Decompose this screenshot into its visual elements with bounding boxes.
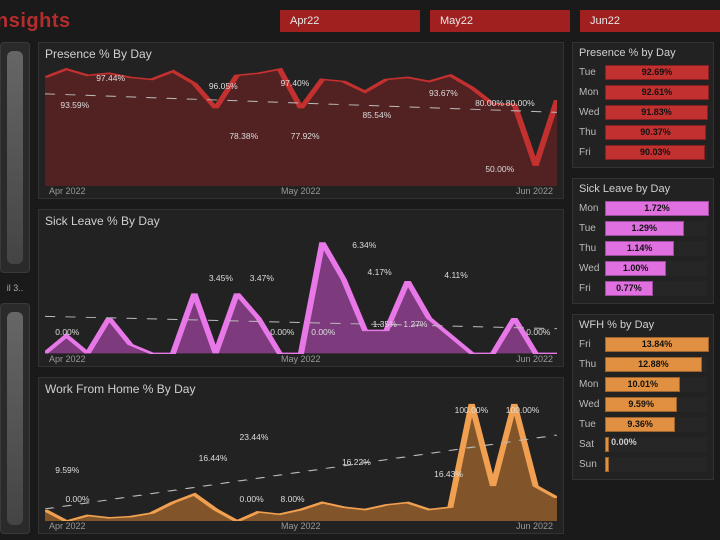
bar-track: 90.03%	[605, 145, 707, 160]
day-label: Thu	[579, 243, 605, 254]
chart-title: Work From Home % By Day	[45, 382, 557, 396]
table-row: Tue9.36%	[579, 415, 707, 433]
table-row: Mon92.61%	[579, 83, 707, 101]
bar-fill: 1.72%	[605, 201, 709, 216]
bar-fill: 13.84%	[605, 337, 709, 352]
bar-track: 12.88%	[605, 357, 707, 372]
x-axis-ticks: Apr 2022May 2022Jun 2022	[45, 521, 557, 531]
bar-fill: 90.37%	[605, 125, 706, 140]
day-label: Wed	[579, 107, 605, 118]
table-row: Thu12.88%	[579, 355, 707, 373]
table-title: WFH % by Day	[579, 319, 707, 331]
left-slicer-column: il 3..	[0, 42, 30, 534]
bar-track: 0.77%	[605, 281, 707, 296]
table-row: Fri90.03%	[579, 143, 707, 161]
table-wfh[interactable]: WFH % by DayFri13.84%Thu12.88%Mon10.01%W…	[572, 314, 714, 480]
bar-fill: 1.14%	[605, 241, 674, 256]
x-axis-ticks: Apr 2022May 2022Jun 2022	[45, 354, 557, 364]
bar-track	[605, 457, 707, 472]
chart-plot-area: 93.59%97.44%96.05%78.38%97.40%77.92%85.5…	[45, 63, 557, 186]
chart-title: Sick Leave % By Day	[45, 214, 557, 228]
table-row: Fri13.84%	[579, 335, 707, 353]
day-label: Sat	[579, 439, 605, 450]
bar-fill: 9.59%	[605, 397, 677, 412]
bar-track: 0.00%	[605, 437, 707, 452]
table-row: Mon1.72%	[579, 199, 707, 217]
day-label: Thu	[579, 127, 605, 138]
chart-sick[interactable]: Sick Leave % By Day 0.00%3.45%3.47%0.00%0…	[38, 209, 564, 366]
table-row: Mon10.01%	[579, 375, 707, 393]
day-label: Mon	[579, 379, 605, 390]
day-label: Tue	[579, 419, 605, 430]
day-label: Tue	[579, 67, 605, 78]
month-button-apr[interactable]: Apr22	[280, 10, 420, 32]
table-title: Sick Leave by Day	[579, 183, 707, 195]
bar-track: 9.59%	[605, 397, 707, 412]
chart-title: Presence % By Day	[45, 47, 557, 61]
bar-fill: 92.69%	[605, 65, 709, 80]
chart-presence[interactable]: Presence % By Day 93.59%97.44%96.05%78.38…	[38, 42, 564, 199]
table-row: Sun	[579, 455, 707, 473]
slicer-label: il 3..	[0, 283, 30, 293]
day-label: Tue	[579, 223, 605, 234]
table-row: Thu90.37%	[579, 123, 707, 141]
table-row: Wed1.00%	[579, 259, 707, 277]
day-label: Fri	[579, 147, 605, 158]
table-presence[interactable]: Presence % by DayTue92.69%Mon92.61%Wed91…	[572, 42, 714, 168]
bar-track: 91.83%	[605, 105, 707, 120]
table-row: Tue1.29%	[579, 219, 707, 237]
day-label: Wed	[579, 263, 605, 274]
table-title: Presence % by Day	[579, 47, 707, 59]
day-label: Fri	[579, 283, 605, 294]
day-label: Wed	[579, 399, 605, 410]
bar-fill: 92.61%	[605, 85, 709, 100]
bar-track: 92.61%	[605, 85, 707, 100]
day-label: Mon	[579, 203, 605, 214]
day-label: Sun	[579, 459, 605, 470]
bar-track: 92.69%	[605, 65, 707, 80]
chart-wfh[interactable]: Work From Home % By Day 9.59%0.00%16.44%2…	[38, 377, 564, 534]
table-row: Fri0.77%	[579, 279, 707, 297]
chart-plot-area: 0.00%3.45%3.47%0.00%0.00%6.34%4.17%1.35%…	[45, 230, 557, 353]
table-row: Tue92.69%	[579, 63, 707, 81]
bar-fill: 1.29%	[605, 221, 684, 236]
bar-track: 90.37%	[605, 125, 707, 140]
bar-track: 10.01%	[605, 377, 707, 392]
bar-fill: 9.36%	[605, 417, 675, 432]
table-sick[interactable]: Sick Leave by DayMon1.72%Tue1.29%Thu1.14…	[572, 178, 714, 304]
month-button-jun[interactable]: Jun22	[580, 10, 720, 32]
bar-track: 9.36%	[605, 417, 707, 432]
month-button-may[interactable]: May22	[430, 10, 570, 32]
bar-fill: 0.00%	[605, 437, 707, 447]
bar-fill: 10.01%	[605, 377, 680, 392]
bar-fill: 0.77%	[605, 281, 653, 296]
table-row: Sat0.00%	[579, 435, 707, 453]
bar-track: 13.84%	[605, 337, 707, 352]
bar-track: 1.72%	[605, 201, 707, 216]
page-title: nsights	[0, 10, 71, 33]
slicer-scroll-2[interactable]	[0, 303, 30, 534]
bar-fill: 90.03%	[605, 145, 705, 160]
bar-track: 1.29%	[605, 221, 707, 236]
table-row: Thu1.14%	[579, 239, 707, 257]
x-axis-ticks: Apr 2022May 2022Jun 2022	[45, 186, 557, 196]
bar-track: 1.00%	[605, 261, 707, 276]
bar-track: 1.14%	[605, 241, 707, 256]
day-label: Fri	[579, 339, 605, 350]
bar-fill: 12.88%	[605, 357, 702, 372]
table-row: Wed91.83%	[579, 103, 707, 121]
table-row: Wed9.59%	[579, 395, 707, 413]
day-label: Mon	[579, 87, 605, 98]
header: nsights Apr22 May22 Jun22	[0, 0, 720, 42]
slicer-scroll-1[interactable]	[0, 42, 30, 273]
day-label: Thu	[579, 359, 605, 370]
bar-fill: 1.00%	[605, 261, 666, 276]
chart-plot-area: 9.59%0.00%16.44%23.44%0.00%8.00%16.22%16…	[45, 398, 557, 521]
bar-fill: 91.83%	[605, 105, 708, 120]
